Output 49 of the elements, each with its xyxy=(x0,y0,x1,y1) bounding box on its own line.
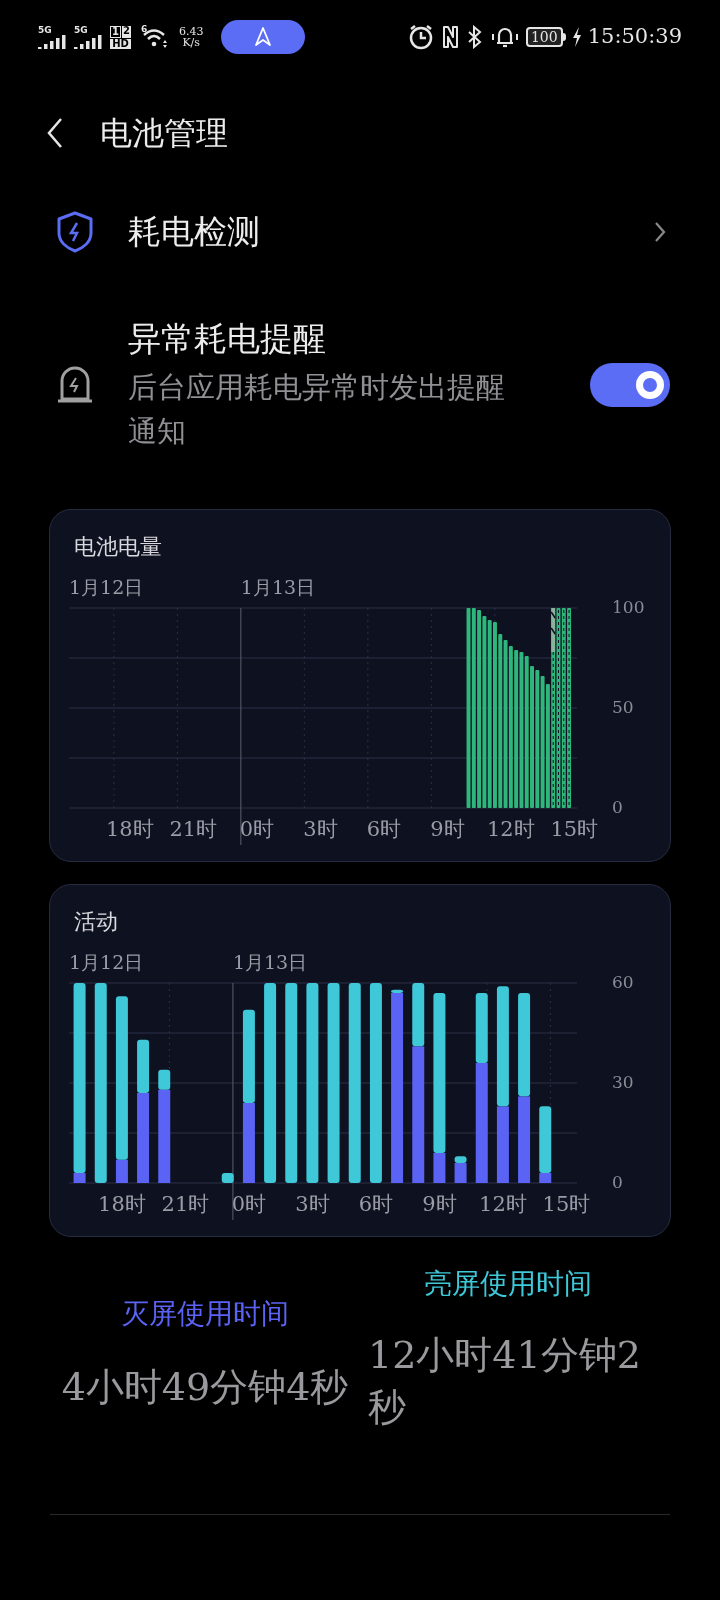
axis-label: 3时 xyxy=(303,817,338,841)
axis-label: 18时 xyxy=(98,1192,146,1216)
date-label: 1月12日 xyxy=(69,576,144,598)
axis-label: 0时 xyxy=(239,817,275,841)
card-title: 电池电量 xyxy=(73,533,163,561)
charging-bolt-icon xyxy=(571,27,582,47)
legend-label: 亮屏使用时间 xyxy=(423,1266,592,1302)
shield-bolt-icon xyxy=(56,211,94,253)
date-label: 1月13日 xyxy=(232,951,308,973)
axis-label: 12时 xyxy=(479,1192,527,1216)
toggle-switch[interactable] xyxy=(590,363,670,407)
axis-label: 0 xyxy=(612,796,623,817)
axis-label: 60 xyxy=(612,971,634,992)
axis-label: 3时 xyxy=(295,1192,330,1216)
usage-duration: 4小时49分钟4秒 xyxy=(61,1364,349,1411)
navigation-pill[interactable] xyxy=(221,20,306,54)
axis-label: 0时 xyxy=(231,1192,267,1216)
axis-label: 0 xyxy=(612,1171,623,1192)
setting-title: 异常耗电提醒 xyxy=(128,318,327,360)
network-speed: 6.43 K/s xyxy=(178,26,204,48)
usage-duration: 12小时41分钟2秒 xyxy=(368,1332,642,1431)
axis-label: 18时 xyxy=(106,817,154,841)
axis-label: 6时 xyxy=(358,1192,394,1216)
axis-label: 9时 xyxy=(430,817,465,841)
axis-label: 9时 xyxy=(422,1192,457,1216)
axis-label: 21时 xyxy=(161,1192,210,1216)
axis-label: 12时 xyxy=(487,817,535,841)
battery-icon: 100 xyxy=(525,27,566,47)
axis-label: 15时 xyxy=(550,817,599,841)
row-label: 耗电检测 xyxy=(128,211,260,254)
axis-label: 6时 xyxy=(366,817,402,841)
chart-bar xyxy=(221,1173,234,1183)
axis-label: 15时 xyxy=(542,1192,591,1216)
navigation-arrow-icon xyxy=(254,27,273,47)
axis-label: 21时 xyxy=(169,817,218,841)
page-title: 电池管理 xyxy=(100,113,228,154)
date-label: 1月13日 xyxy=(240,576,316,598)
tombstone-bolt-icon xyxy=(56,365,94,405)
axis-label: 100 xyxy=(612,596,645,617)
alarm-icon xyxy=(407,24,434,50)
power-check-row[interactable]: 耗电检测 xyxy=(0,192,720,272)
date-label: 1月12日 xyxy=(69,951,144,973)
axis-label: 50 xyxy=(612,696,634,717)
setting-description: 后台应用耗电异常时发出提醒通知 xyxy=(128,369,506,450)
card-title: 活动 xyxy=(73,908,119,936)
chevron-right-icon xyxy=(654,221,666,243)
axis-label: 30 xyxy=(612,1071,634,1092)
legend-label: 灭屏使用时间 xyxy=(121,1296,289,1332)
clock-time: 15:50:39 xyxy=(587,23,682,51)
